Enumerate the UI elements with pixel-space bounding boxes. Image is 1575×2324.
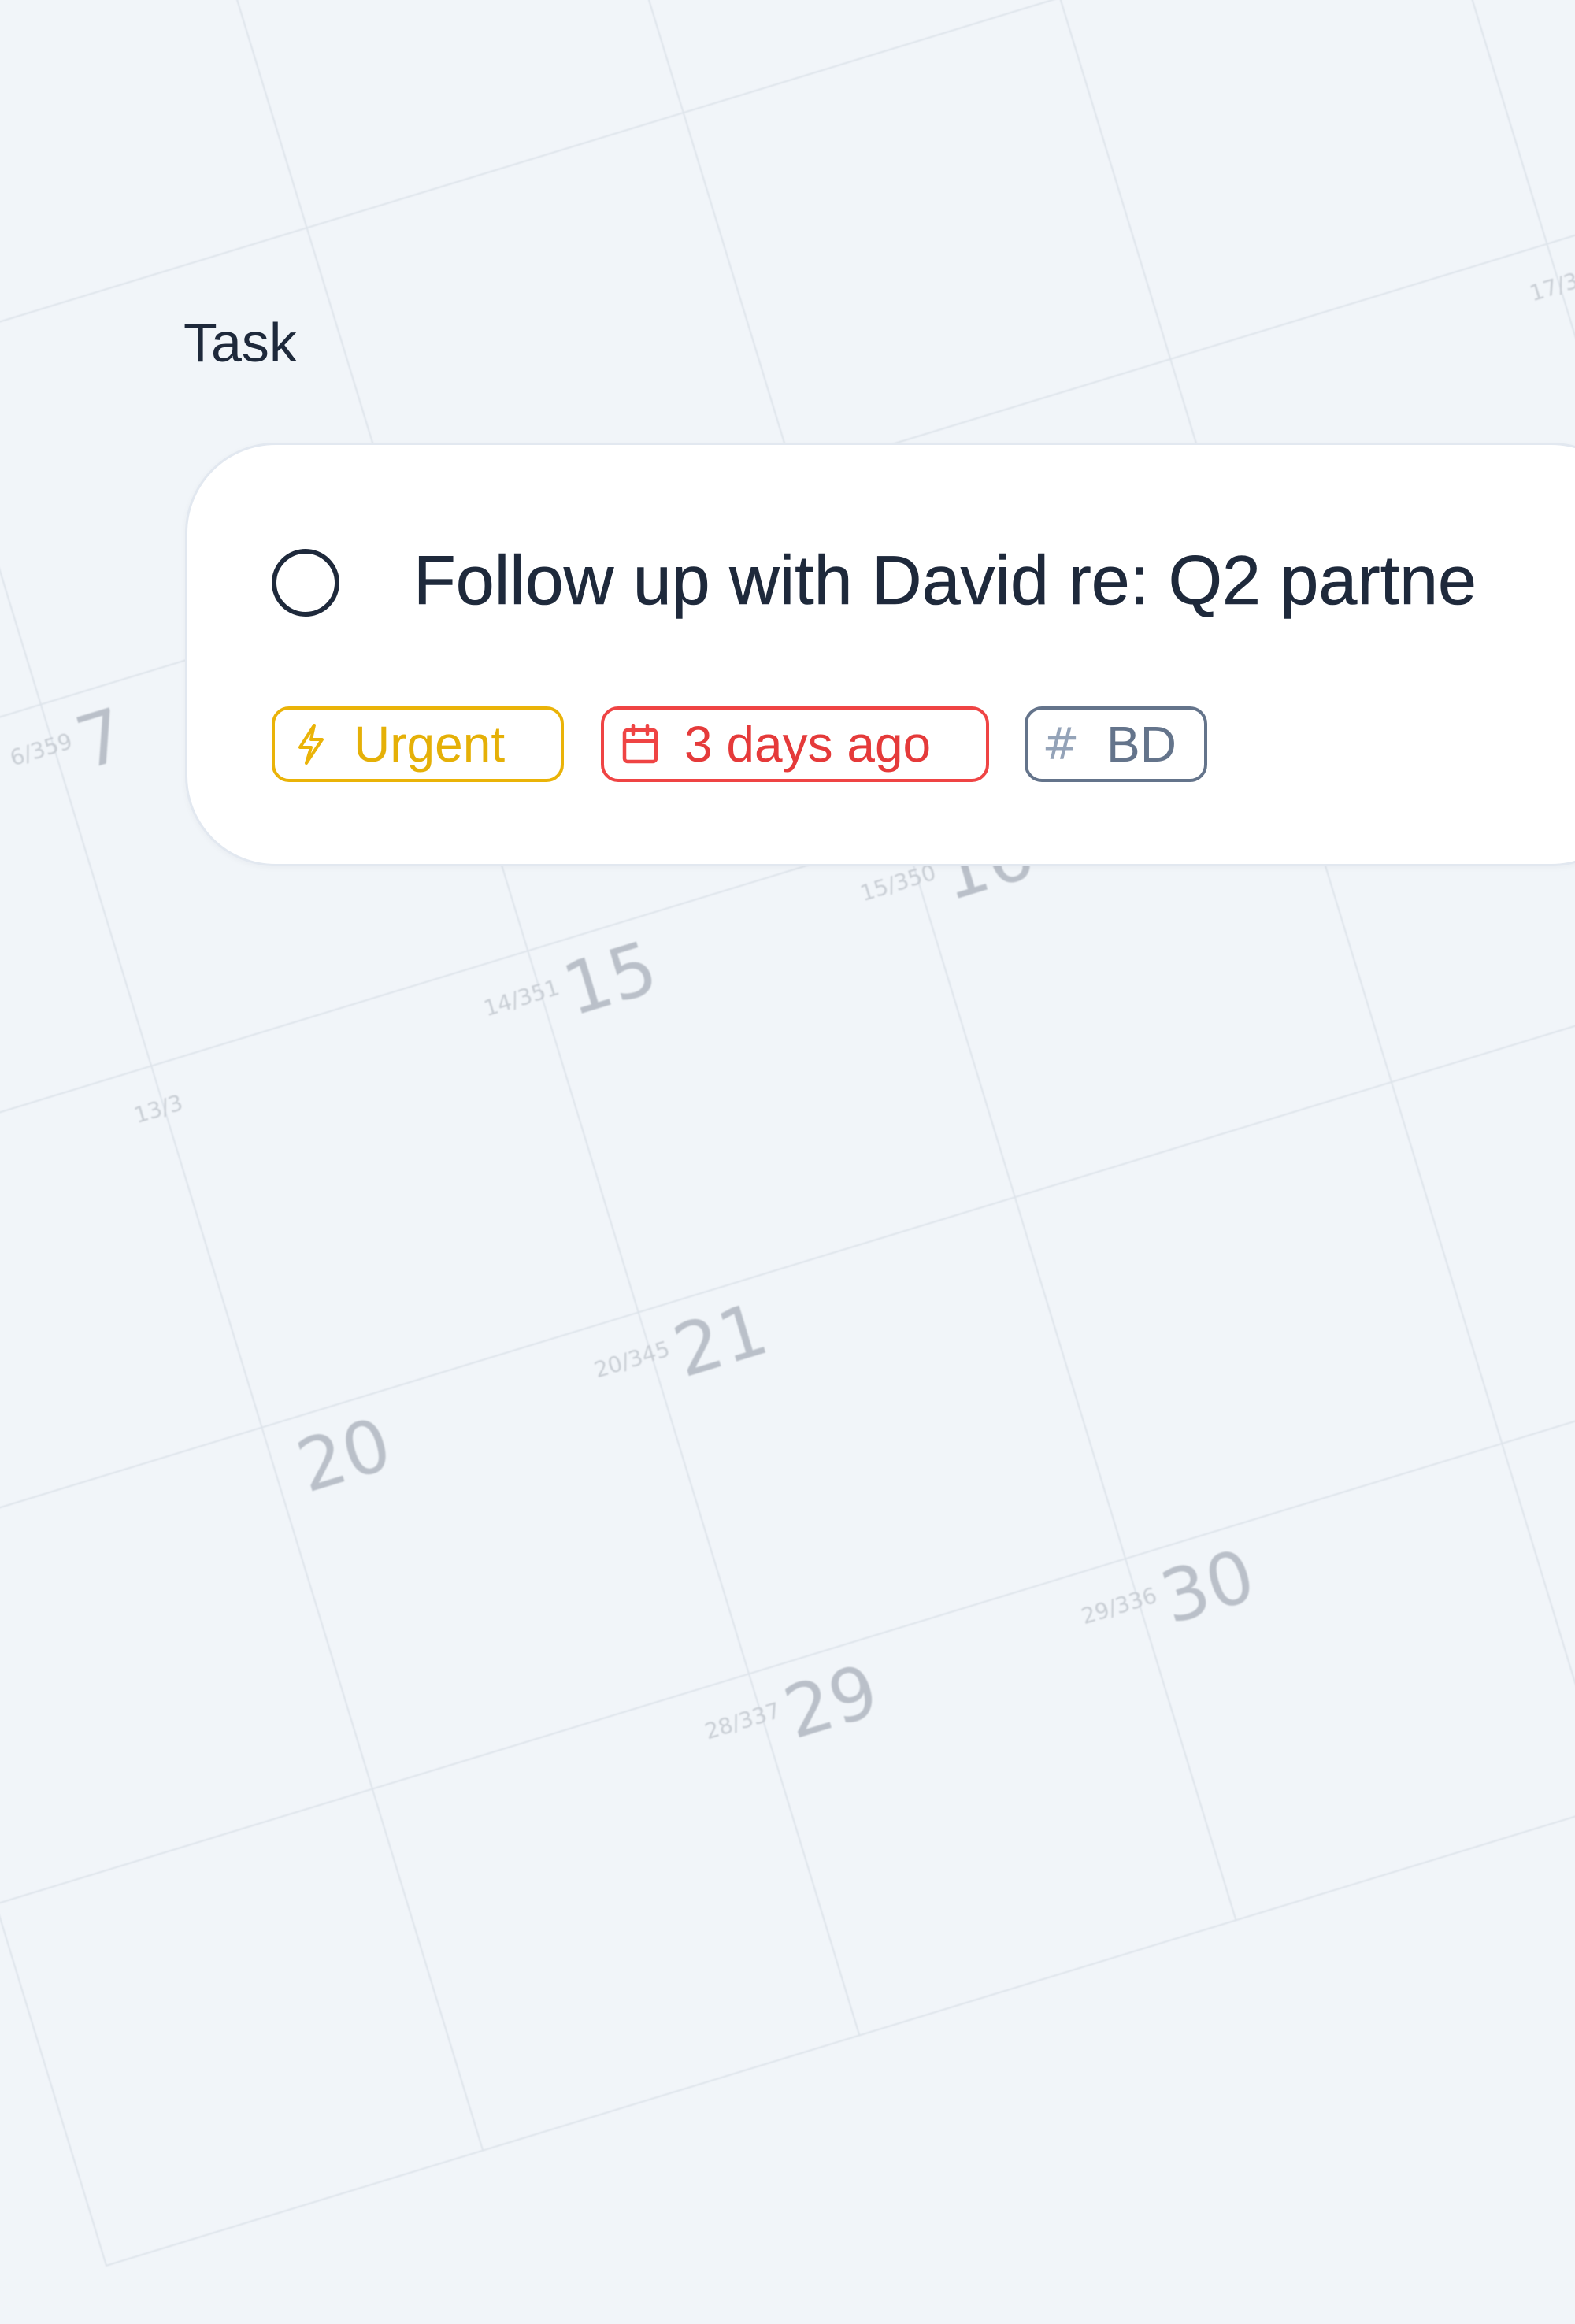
priority-tag[interactable]: Urgent — [272, 706, 564, 782]
project-tag[interactable]: # BD — [1025, 706, 1207, 782]
section-label: Task — [183, 312, 297, 373]
due-date-tag-label: 3 days ago — [684, 716, 932, 773]
calendar-day-number: 29 — [774, 1648, 888, 1756]
project-tag-label: BD — [1106, 716, 1177, 773]
calendar-day-number: 21 — [664, 1286, 777, 1395]
calendar-icon — [620, 722, 661, 766]
lightning-icon — [292, 721, 330, 768]
calendar-day-number: 15 — [554, 925, 667, 1033]
task-complete-checkbox[interactable] — [272, 549, 339, 617]
task-title[interactable]: Follow up with David re: Q2 partne — [413, 545, 1477, 615]
calendar-day-number: 20 — [287, 1401, 401, 1510]
priority-tag-label: Urgent — [354, 716, 506, 773]
task-card[interactable]: Follow up with David re: Q2 partne Urgen… — [185, 443, 1575, 866]
calendar-day-number: 30 — [1151, 1533, 1265, 1641]
hash-icon: # — [1042, 718, 1080, 770]
calendar-day-number: 7 — [66, 691, 135, 787]
due-date-tag[interactable]: 3 days ago — [601, 706, 989, 782]
calendar-background: 6/35977/358817/313/314/3511515/3501616/3… — [0, 0, 1575, 2267]
